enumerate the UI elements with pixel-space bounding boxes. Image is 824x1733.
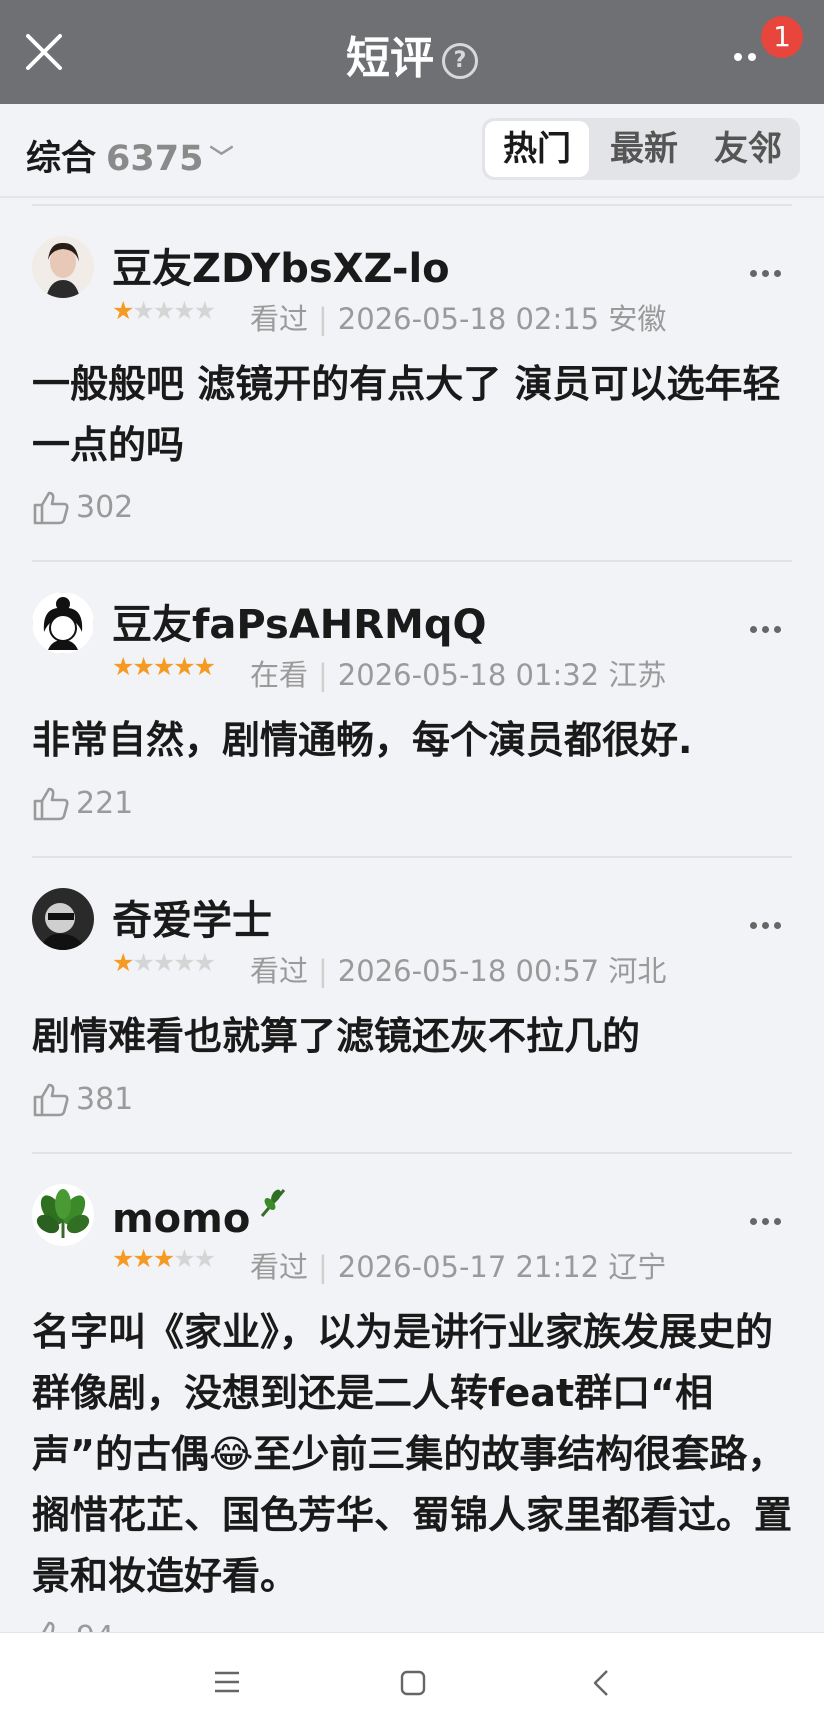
review-meta: 看过 | 2026-05-18 02:15 安徽 xyxy=(250,302,667,336)
avatar[interactable] xyxy=(32,236,94,298)
rating-stars: ★★★★★ xyxy=(112,296,216,325)
review-meta: 在看 | 2026-05-18 01:32 江苏 xyxy=(250,658,667,692)
rating-stars: ★★★★★ xyxy=(112,1244,216,1273)
thumbs-up-icon xyxy=(33,1083,69,1117)
back-icon[interactable] xyxy=(592,1669,610,1697)
system-nav-bar xyxy=(0,1632,824,1733)
chevron-down-icon: ﹀ xyxy=(209,144,234,172)
top-bar: 短评? 1 xyxy=(0,0,824,104)
review-meta: 看过 | 2026-05-17 21:12 辽宁 xyxy=(250,1250,667,1284)
avatar[interactable] xyxy=(32,592,94,654)
like-count: 221 xyxy=(76,786,134,821)
divider xyxy=(32,204,792,206)
divider xyxy=(32,1152,792,1154)
divider xyxy=(32,560,792,562)
avatar[interactable] xyxy=(32,888,94,950)
review-text: 名字叫《家业》，以为是讲行业家族发展史的群像剧，没想到还是二人转feat群口“相… xyxy=(32,1310,793,1598)
review-text: 非常自然，剧情通畅，每个演员都很好. xyxy=(32,718,693,762)
review-more-icon[interactable] xyxy=(750,914,786,929)
review-more-icon[interactable] xyxy=(750,1210,786,1225)
home-icon[interactable] xyxy=(400,1670,426,1696)
sort-dropdown[interactable]: 综合 6375 ﹀ xyxy=(26,130,233,181)
thumbs-up-icon xyxy=(33,491,69,525)
username[interactable]: 豆友faPsAHRMqQ xyxy=(112,592,487,650)
username[interactable]: 豆友ZDYbsXZ-lo xyxy=(112,236,450,294)
username[interactable]: momo xyxy=(112,1184,288,1242)
review-meta: 看过 | 2026-05-18 00:57 河北 xyxy=(250,954,667,988)
username[interactable]: 奇爱学士 xyxy=(112,888,272,946)
help-icon[interactable]: ? xyxy=(442,43,478,79)
leaf-badge-icon xyxy=(261,1189,286,1217)
avatar[interactable] xyxy=(32,1184,94,1246)
review-count: 6375 xyxy=(106,139,204,179)
tab-latest[interactable]: 最新 xyxy=(594,118,694,180)
tab-friends[interactable]: 友邻 xyxy=(696,118,800,180)
like-count: 381 xyxy=(76,1082,134,1117)
tab-hot[interactable]: 热门 xyxy=(485,121,589,177)
rating-stars: ★★★★★ xyxy=(112,948,216,977)
review-more-icon[interactable] xyxy=(750,618,786,633)
notification-badge[interactable]: 1 xyxy=(761,16,803,58)
rating-stars: ★★★★★ xyxy=(112,652,216,681)
thumbs-up-icon xyxy=(33,787,69,821)
review-text: 剧情难看也就算了滤镜还灰不拉几的 xyxy=(32,1014,641,1058)
filter-bar: 综合 6375 ﹀ 热门 最新 友邻 xyxy=(0,104,824,198)
divider xyxy=(32,856,792,858)
review-text: 一般般吧 滤镜开的有点大了 演员可以选年轻一点的吗 xyxy=(32,362,781,467)
tab-group: 热门 最新 友邻 xyxy=(482,118,800,180)
menu-icon[interactable] xyxy=(214,1671,240,1693)
review-more-icon[interactable] xyxy=(750,262,786,277)
like-count: 302 xyxy=(76,490,134,525)
page-title: 短评? xyxy=(0,22,824,86)
